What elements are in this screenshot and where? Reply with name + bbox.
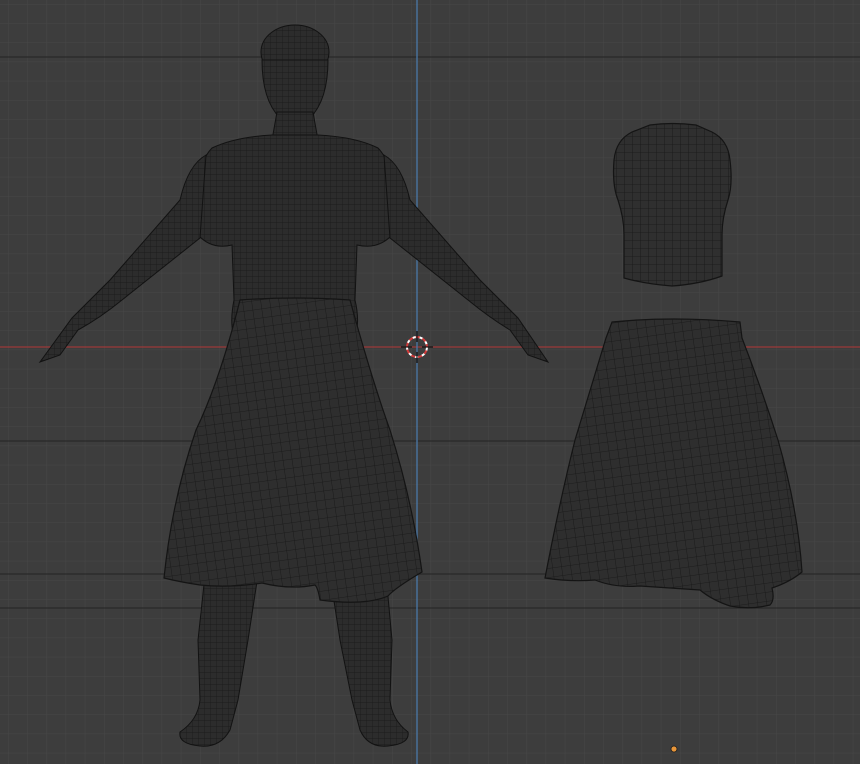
object-origin-icon[interactable]	[670, 745, 678, 753]
3d-viewport[interactable]	[0, 0, 860, 764]
crop-top[interactable]	[612, 122, 732, 287]
